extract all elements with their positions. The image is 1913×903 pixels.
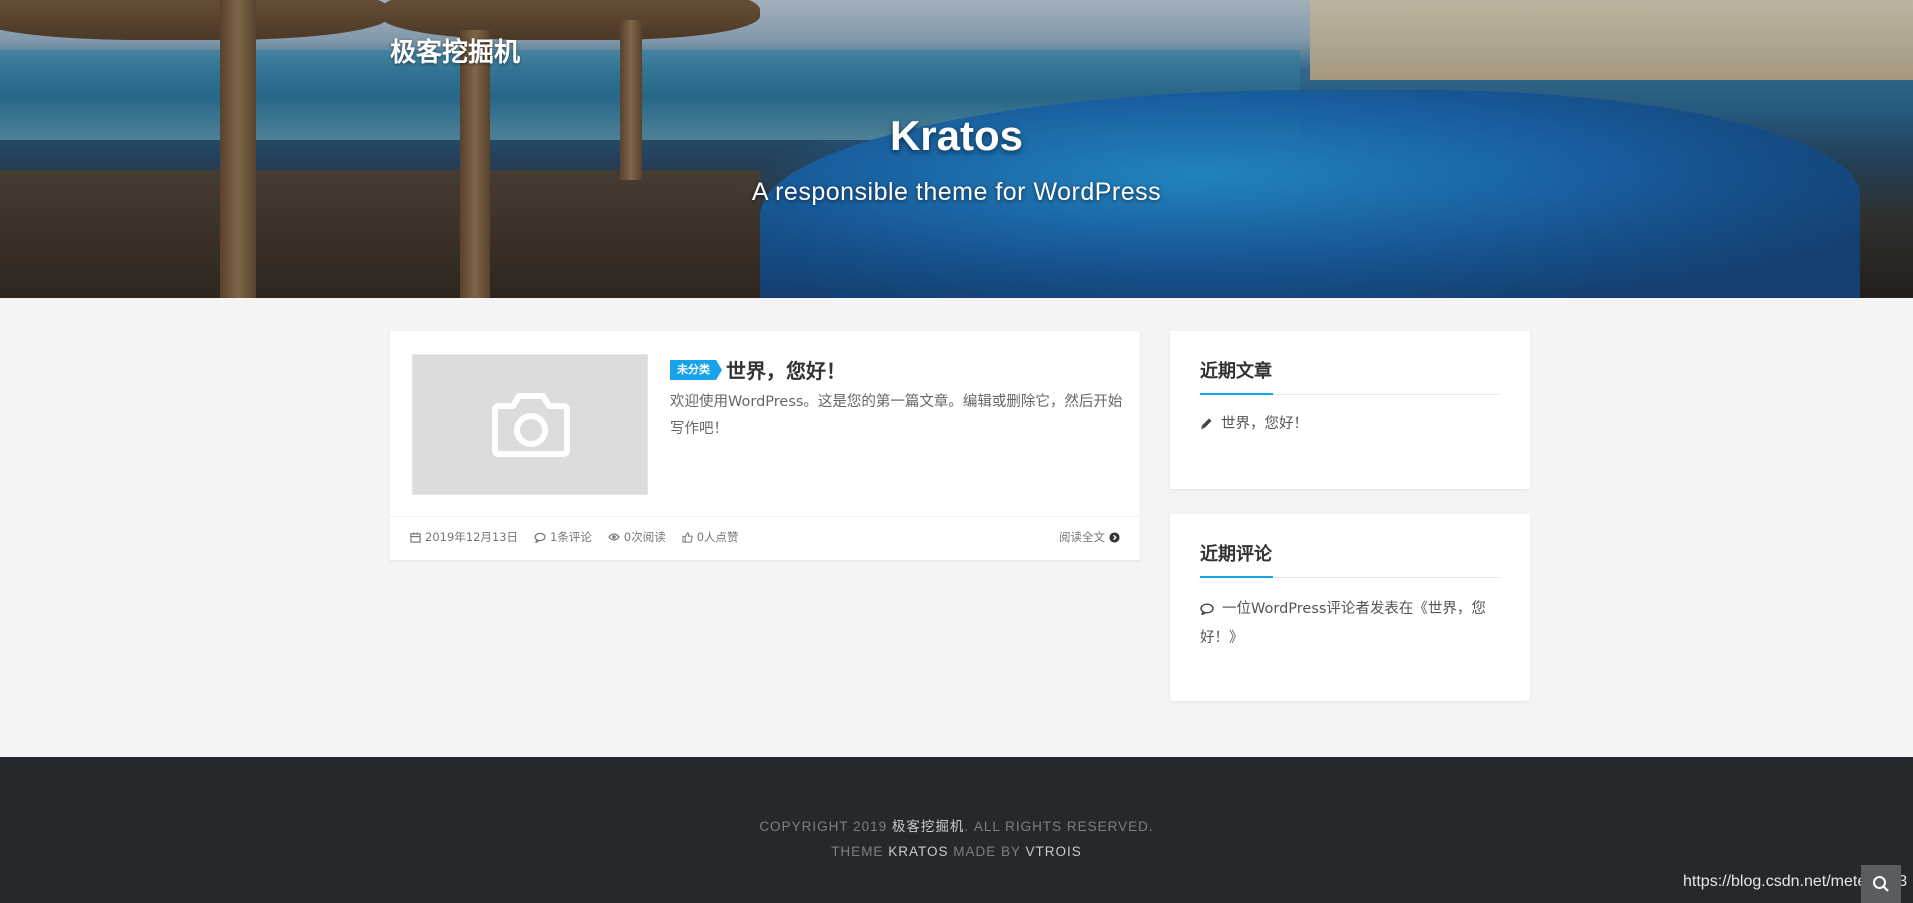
- hero-banner: 极客挖掘机 Kratos A responsible theme for Wor…: [0, 0, 1913, 298]
- recent-comment-text: 一位WordPress评论者发表在《世界，您好！》: [1200, 601, 1486, 646]
- post-views-text: 0次阅读: [623, 530, 666, 544]
- site-footer: COPYRIGHT 2019 极客挖掘机. ALL RIGHTS RESERVE…: [0, 757, 1913, 903]
- recent-post-item[interactable]: 世界，您好！: [1200, 411, 1500, 440]
- widget-title: 近期评论: [1200, 544, 1272, 565]
- divider: [390, 516, 1140, 517]
- theme-link[interactable]: KRATOS: [888, 844, 948, 859]
- author-link[interactable]: VTROIS: [1026, 844, 1082, 859]
- post-thumbnail[interactable]: [412, 354, 648, 495]
- copyright-suffix: . ALL RIGHTS RESERVED.: [964, 819, 1154, 834]
- comment-icon: [1200, 598, 1214, 625]
- camera-icon: [492, 393, 570, 457]
- widget-divider: [1200, 576, 1500, 578]
- widget-recent-comments: 近期评论 一位WordPress评论者发表在《世界，您好！》: [1170, 514, 1530, 701]
- post-likes[interactable]: 0人点赞: [682, 529, 739, 545]
- site-name-link[interactable]: 极客挖掘机: [390, 32, 520, 69]
- chevron-right-circle-icon: [1109, 531, 1120, 543]
- post-card: 未分类 世界，您好！ 欢迎使用WordPress。这是您的第一篇文章。编辑或删除…: [390, 331, 1140, 560]
- widget-recent-posts: 近期文章 世界，您好！: [1170, 331, 1530, 489]
- post-date: 2019年12月13日: [410, 529, 518, 545]
- hero-title: Kratos: [889, 112, 1024, 159]
- pencil-icon: [1200, 413, 1213, 440]
- post-comments[interactable]: 1条评论: [534, 529, 592, 545]
- copyright-site-link[interactable]: 极客挖掘机: [892, 819, 965, 834]
- theme-prefix: THEME: [831, 844, 884, 859]
- search-button[interactable]: [1861, 865, 1901, 903]
- made-by: MADE BY: [953, 844, 1021, 859]
- comment-icon: [534, 532, 546, 543]
- post-header: 未分类 世界，您好！: [670, 355, 846, 384]
- category-tag[interactable]: 未分类: [670, 359, 722, 380]
- widget-divider: [1200, 393, 1500, 395]
- post-title-link[interactable]: 世界，您好！: [726, 355, 846, 384]
- post-excerpt: 欢迎使用WordPress。这是您的第一篇文章。编辑或删除它，然后开始写作吧！: [670, 394, 1123, 437]
- calendar-icon: [410, 531, 421, 543]
- widget-title: 近期文章: [1200, 361, 1272, 382]
- footer-copyright: COPYRIGHT 2019 极客挖掘机. ALL RIGHTS RESERVE…: [0, 814, 1913, 864]
- thumbs-up-icon: [682, 531, 693, 543]
- hero-subtitle: A responsible theme for WordPress: [751, 178, 1162, 206]
- post-date-text: 2019年12月13日: [425, 530, 519, 544]
- post-comments-text: 1条评论: [550, 530, 592, 544]
- read-more-link[interactable]: 阅读全文: [1059, 529, 1120, 545]
- recent-comment-item[interactable]: 一位WordPress评论者发表在《世界，您好！》: [1200, 596, 1500, 652]
- read-more-text: 阅读全文: [1059, 530, 1105, 544]
- eye-icon: [608, 533, 620, 541]
- post-meta: 2019年12月13日 1条评论 0次阅读 0人点赞: [410, 529, 739, 545]
- post-views: 0次阅读: [608, 529, 666, 545]
- recent-post-text: 世界，您好！: [1221, 416, 1308, 432]
- copyright-prefix: COPYRIGHT 2019: [759, 819, 888, 834]
- post-likes-text: 0人点赞: [696, 530, 739, 544]
- search-icon: [1873, 876, 1889, 892]
